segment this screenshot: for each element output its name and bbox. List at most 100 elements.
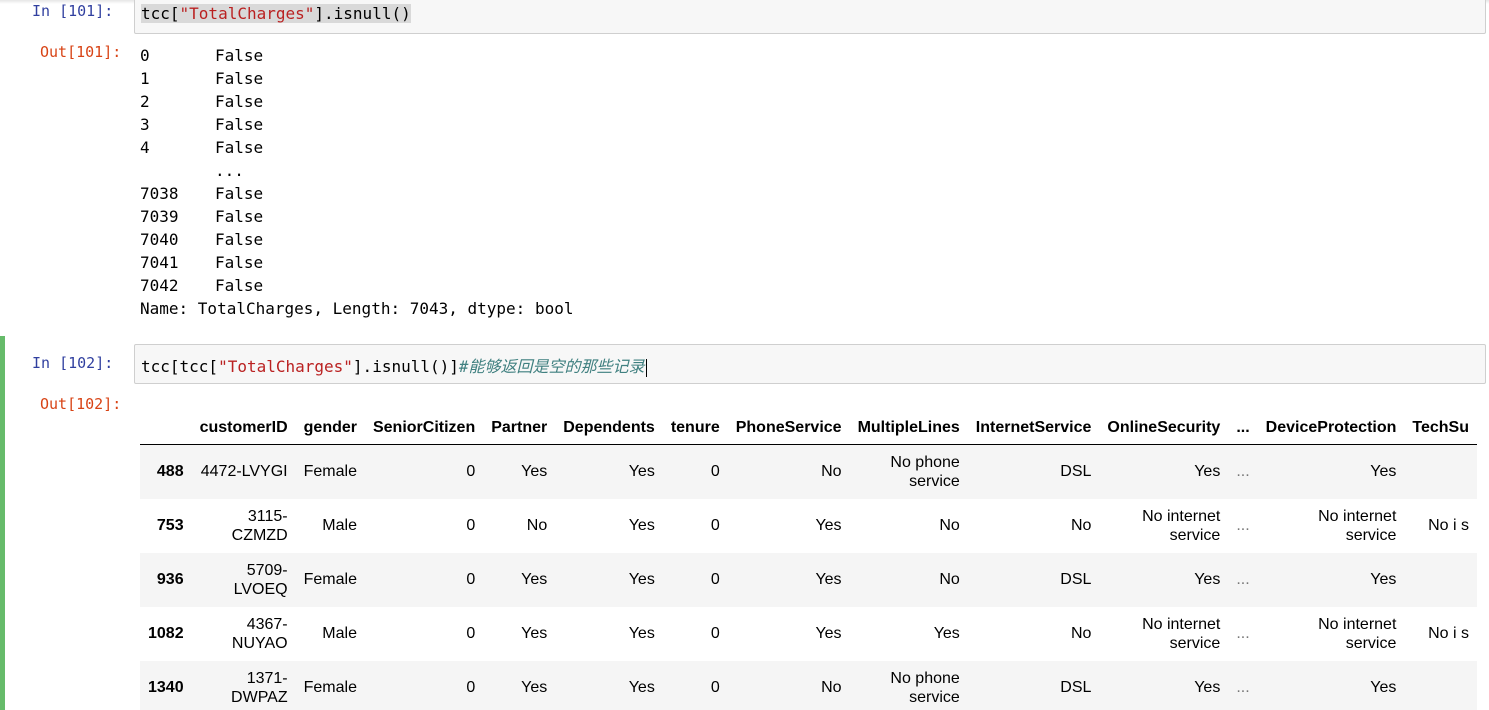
table-cell: Yes [933,625,960,642]
table-cell: Yes [1370,571,1397,588]
column-header: ... [1228,410,1258,445]
row-index: 488 [156,463,184,481]
table-cell: Yes [521,463,548,481]
series-row: 7040 False [140,228,573,251]
code-token: ].isnull() [314,4,411,23]
table-cell: Yes [1194,679,1221,696]
table-cell: No i s [1428,517,1469,534]
column-header: Partner [483,410,556,445]
series-index: 7042 [140,276,179,295]
table-cell: ... [1236,571,1250,588]
series-index: 1 [140,69,150,88]
table-cell: Yes [1370,679,1397,696]
table-cell: Yes [521,625,548,642]
row-index: 936 [156,571,184,588]
index-header [140,410,192,445]
column-header: SeniorCitizen [364,410,484,445]
input-prompt: In [101]: [32,2,114,20]
table-row: 753 3115-CZMZD Male 0 No Yes 0 Yes No No No intern… [140,499,1477,553]
series-index: 2 [140,92,150,111]
table-cell: 0 [710,463,720,481]
series-value: False [215,276,264,295]
table-cell: Yes [628,625,655,642]
table-cell: No phone service [890,669,960,706]
dataframe-table: customerID gender SeniorCitizen Partner Depe… [140,410,1477,710]
series-value: False [215,184,264,203]
table-cell: 5709-LVOEQ [233,561,288,598]
table-cell: 0 [466,625,476,642]
table-cell: No internet service [1142,507,1221,544]
table-cell: Yes [815,625,842,642]
column-header: gender [295,410,365,445]
table-cell: No i s [1428,625,1469,642]
table-cell: Yes [1194,463,1221,481]
series-value: False [215,69,264,88]
table-cell [1404,445,1477,499]
series-footer: Name: TotalCharges, Length: 7043, dtype:… [140,299,574,318]
output-prompt: Out[101]: [40,43,122,61]
table-cell: Male [322,625,357,642]
table-cell: No [1070,625,1092,642]
table-cell: No [939,571,960,588]
table-cell: Yes [815,517,842,534]
code-token: tcc[ [141,4,180,23]
table-cell: No internet service [1318,507,1397,544]
table-cell: 0 [466,679,476,696]
table-cell: Yes [628,463,655,481]
column-header: MultipleLines [849,410,968,445]
table-cell: No phone service [890,453,960,490]
table-row: 488 4472-LVYGI Female 0 Yes Yes 0 No No phone se… [140,444,1477,499]
table-cell: Yes [628,679,655,696]
table-row: 936 5709-LVOEQ Female 0 Yes Yes 0 Yes No DSL Yes..… [140,552,1477,607]
code-token: ].isnull()] [352,357,459,376]
code-token: tcc[tcc[ [141,357,219,376]
series-row: 7041 False [140,251,573,274]
table-row: 1340 1371-DWPAZ Female 0 Yes Yes 0 No No phone s… [140,660,1477,710]
table-cell: 0 [710,679,720,696]
table-cell: No [821,463,842,481]
series-row: 7042 False [140,274,573,297]
table-cell: No [821,679,842,696]
notebook-cell-101[interactable]: In [101]: tcc["TotalCharges"].isnull() O… [0,0,1489,335]
text-cursor [645,358,647,377]
series-row: 7038 False [140,182,573,205]
table-cell: ... [1236,463,1250,481]
table-cell: Yes [521,571,548,588]
table-cell: No [939,517,960,534]
series-index: 4 [140,138,150,157]
code-editor[interactable]: tcc["TotalCharges"].isnull() [134,0,1486,34]
series-index: 7039 [140,207,179,226]
series-value: False [215,138,264,157]
column-header: OnlineSecurity [1099,410,1229,445]
table-cell [1404,661,1477,710]
series-output: 0 False 1 False 2 False 3 False 4 False... 7038 Fal… [140,44,573,320]
table-cell: Male [322,517,357,534]
table-row: 1082 4367-NUYAO Male 0 Yes Yes 0 Yes Yes No No int… [140,607,1477,661]
table-cell: Female [303,463,357,481]
series-index [140,159,215,182]
table-cell: 0 [466,517,476,534]
row-index: 1340 [148,679,184,696]
series-index: 3 [140,115,150,134]
table-cell: No internet service [1142,615,1221,652]
code-string: "TotalCharges" [179,4,315,23]
series-row: 3 False [140,113,573,136]
series-value: False [215,230,264,249]
column-header: tenure [662,410,728,445]
table-cell: No internet service [1318,615,1397,652]
table-cell: ... [1236,625,1250,642]
column-header: DeviceProtection [1257,410,1405,445]
column-header: Dependents [555,410,663,445]
table-cell: ... [1236,517,1250,534]
table-cell: Yes [628,517,655,534]
series-value: False [215,46,264,65]
series-row: ... [140,159,573,182]
series-row: 4 False [140,136,573,159]
series-row: 1 False [140,67,573,90]
table-cell: No [526,517,548,534]
table-cell: Female [303,679,357,696]
table-cell: DSL [1060,679,1092,696]
table-cell: 0 [466,571,476,588]
code-editor[interactable]: tcc[tcc["TotalCharges"].isnull()]#能够返回是空… [134,344,1486,384]
code-string: "TotalCharges" [218,357,353,376]
